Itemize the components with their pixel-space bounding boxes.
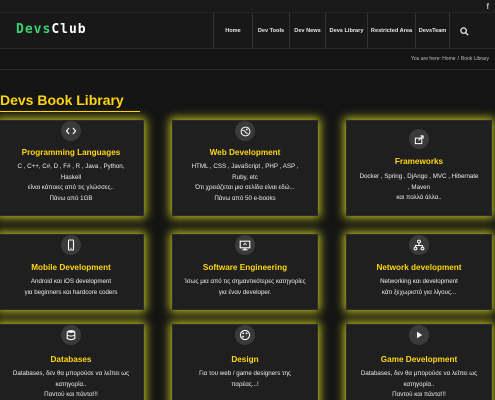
card-description: Networking και development κάτι ξεχωριστ… (351, 277, 487, 298)
nav-dev-tools[interactable]: Dev Tools (252, 13, 289, 49)
card-description: Για του web / game designers της παρέας.… (177, 369, 313, 390)
card-line: Haskell (60, 173, 82, 181)
nav-devsteam[interactable]: DevsTeam (415, 13, 449, 49)
card-description: Databases, δεν θα μπορούσε να λείπει ως … (351, 369, 487, 400)
card-description: C , C++, C#, D , F# , R , Java , Python,… (3, 162, 139, 204)
card-line: Databases, δεν θα μπορούσε να λείπει ως (360, 370, 478, 377)
card-description: Databases, δεν θα μπορούσε να λείπει ως … (3, 369, 139, 400)
card-line: , Maven (407, 183, 430, 191)
card-title: Network development (376, 263, 462, 272)
card-description: Ίσως μια από τις σημαντικότερες κατηγορί… (177, 277, 313, 298)
card-title: Web Development (209, 148, 281, 157)
card-description: HTML , CSS , JavaScript , PHP , ASP , Ru… (177, 162, 313, 204)
card-line: C , C++, C#, D , F# , R , Java , Python, (17, 163, 125, 170)
card-title: Design (231, 355, 259, 364)
card-design[interactable]: Design Για του web / game designers της … (172, 324, 318, 400)
card-title: Frameworks (394, 157, 444, 166)
card-title: Mobile Development (31, 263, 111, 272)
nav-restricted-area[interactable]: Restricted Area (367, 13, 415, 49)
card-line: Παντού και πάντα!!! (392, 391, 446, 398)
logo-part-devs: Devs (16, 22, 52, 37)
network-icon (409, 235, 429, 255)
card-web-development[interactable]: Web Development HTML , CSS , JavaScript … (172, 120, 318, 216)
card-line: κατηγορία.. (55, 380, 87, 388)
card-line: Ruby, etc (232, 173, 258, 181)
card-programming-languages[interactable]: Programming Languages C , C++, C#, D , F… (0, 120, 144, 216)
nav-devs-library[interactable]: Devs Library (325, 13, 367, 49)
card-line: Πάνω από 1GB (49, 194, 93, 202)
card-line: Ίσως μια από τις σημαντικότερες κατηγορί… (184, 278, 306, 285)
card-line: παρέας...! (231, 380, 259, 388)
card-frameworks[interactable]: Frameworks Docker , Spring , DjAngo , MV… (346, 120, 492, 216)
card-line: HTML , CSS , JavaScript , PHP , ASP , (191, 163, 299, 170)
card-line: για έναν developer. (218, 288, 272, 296)
card-title: Software Engineering (202, 263, 288, 272)
search-icon[interactable] (449, 13, 479, 49)
card-title: Programming Languages (21, 148, 121, 157)
card-line: Παντού και πάντα!!! (44, 391, 98, 398)
card-description: Docker , Spring , DjAngo , MVC , Hiberna… (351, 172, 487, 204)
card-software-engineering[interactable]: Software Engineering Ίσως μια από τις ση… (172, 234, 318, 310)
share-icon (409, 129, 429, 149)
card-line: κατηγορία.. (403, 380, 435, 388)
breadcrumb-prefix: You are here: (410, 56, 441, 62)
card-line: για beginners και hardcore coders (24, 288, 118, 296)
monitor-icon (235, 235, 255, 255)
top-bar: f (0, 0, 495, 13)
card-databases[interactable]: Databases Databases, δεν θα μπορούσε να … (0, 324, 144, 400)
card-mobile-development[interactable]: Mobile Development Android και iOS devel… (0, 234, 144, 310)
card-line: Πάνω από 50 e-books (214, 194, 276, 202)
card-line: Ότι χρειάζεται μια σελίδα είναι εδώ... (195, 184, 295, 191)
site-header: DevsClub Home Dev Tools Dev News Devs Li… (0, 13, 495, 49)
card-title: Game Development (380, 355, 458, 364)
breadcrumb-current: Book Library (460, 56, 489, 62)
card-line: κάτι ξεχωριστό για λίγους... (381, 288, 457, 296)
card-line: είναι κάποιες από τις γλώσσες.. (27, 184, 115, 191)
facebook-icon[interactable]: f (486, 0, 489, 13)
breadcrumb: You are here: Home / Book Library (410, 56, 489, 62)
design-icon (235, 325, 255, 345)
breadcrumb-home[interactable]: Home (442, 56, 455, 62)
card-title: Databases (50, 355, 92, 364)
card-description: Android και iOS development για beginner… (3, 277, 139, 298)
page-title: Devs Book Library (0, 92, 124, 108)
code-icon (61, 121, 81, 141)
card-line: Networking και development (380, 278, 458, 285)
database-icon (61, 325, 81, 345)
globe-icon (235, 121, 255, 141)
logo-part-club: Club (51, 22, 87, 37)
card-line: και πολλά άλλα.. (396, 194, 442, 201)
breadcrumb-bar: You are here: Home / Book Library (0, 50, 495, 70)
nav-dev-news[interactable]: Dev News (289, 13, 325, 49)
card-line: Databases, δεν θα μπορούσε να λείπει ως (12, 370, 130, 377)
title-underline (0, 111, 140, 112)
card-line: Android και iOS development (30, 278, 112, 285)
mobile-icon (61, 235, 81, 255)
card-line: Docker , Spring , DjAngo , MVC , Hiberna… (359, 173, 479, 180)
card-line: Για του web / game designers της (199, 370, 291, 377)
card-game-development[interactable]: Game Development Databases, δεν θα μπορο… (346, 324, 492, 400)
site-logo[interactable]: DevsClub (16, 22, 87, 37)
nav-home[interactable]: Home (213, 13, 252, 49)
main-nav: Home Dev Tools Dev News Devs Library Res… (213, 13, 479, 49)
play-icon (409, 325, 429, 345)
card-network-development[interactable]: Network development Networking και devel… (346, 234, 492, 310)
